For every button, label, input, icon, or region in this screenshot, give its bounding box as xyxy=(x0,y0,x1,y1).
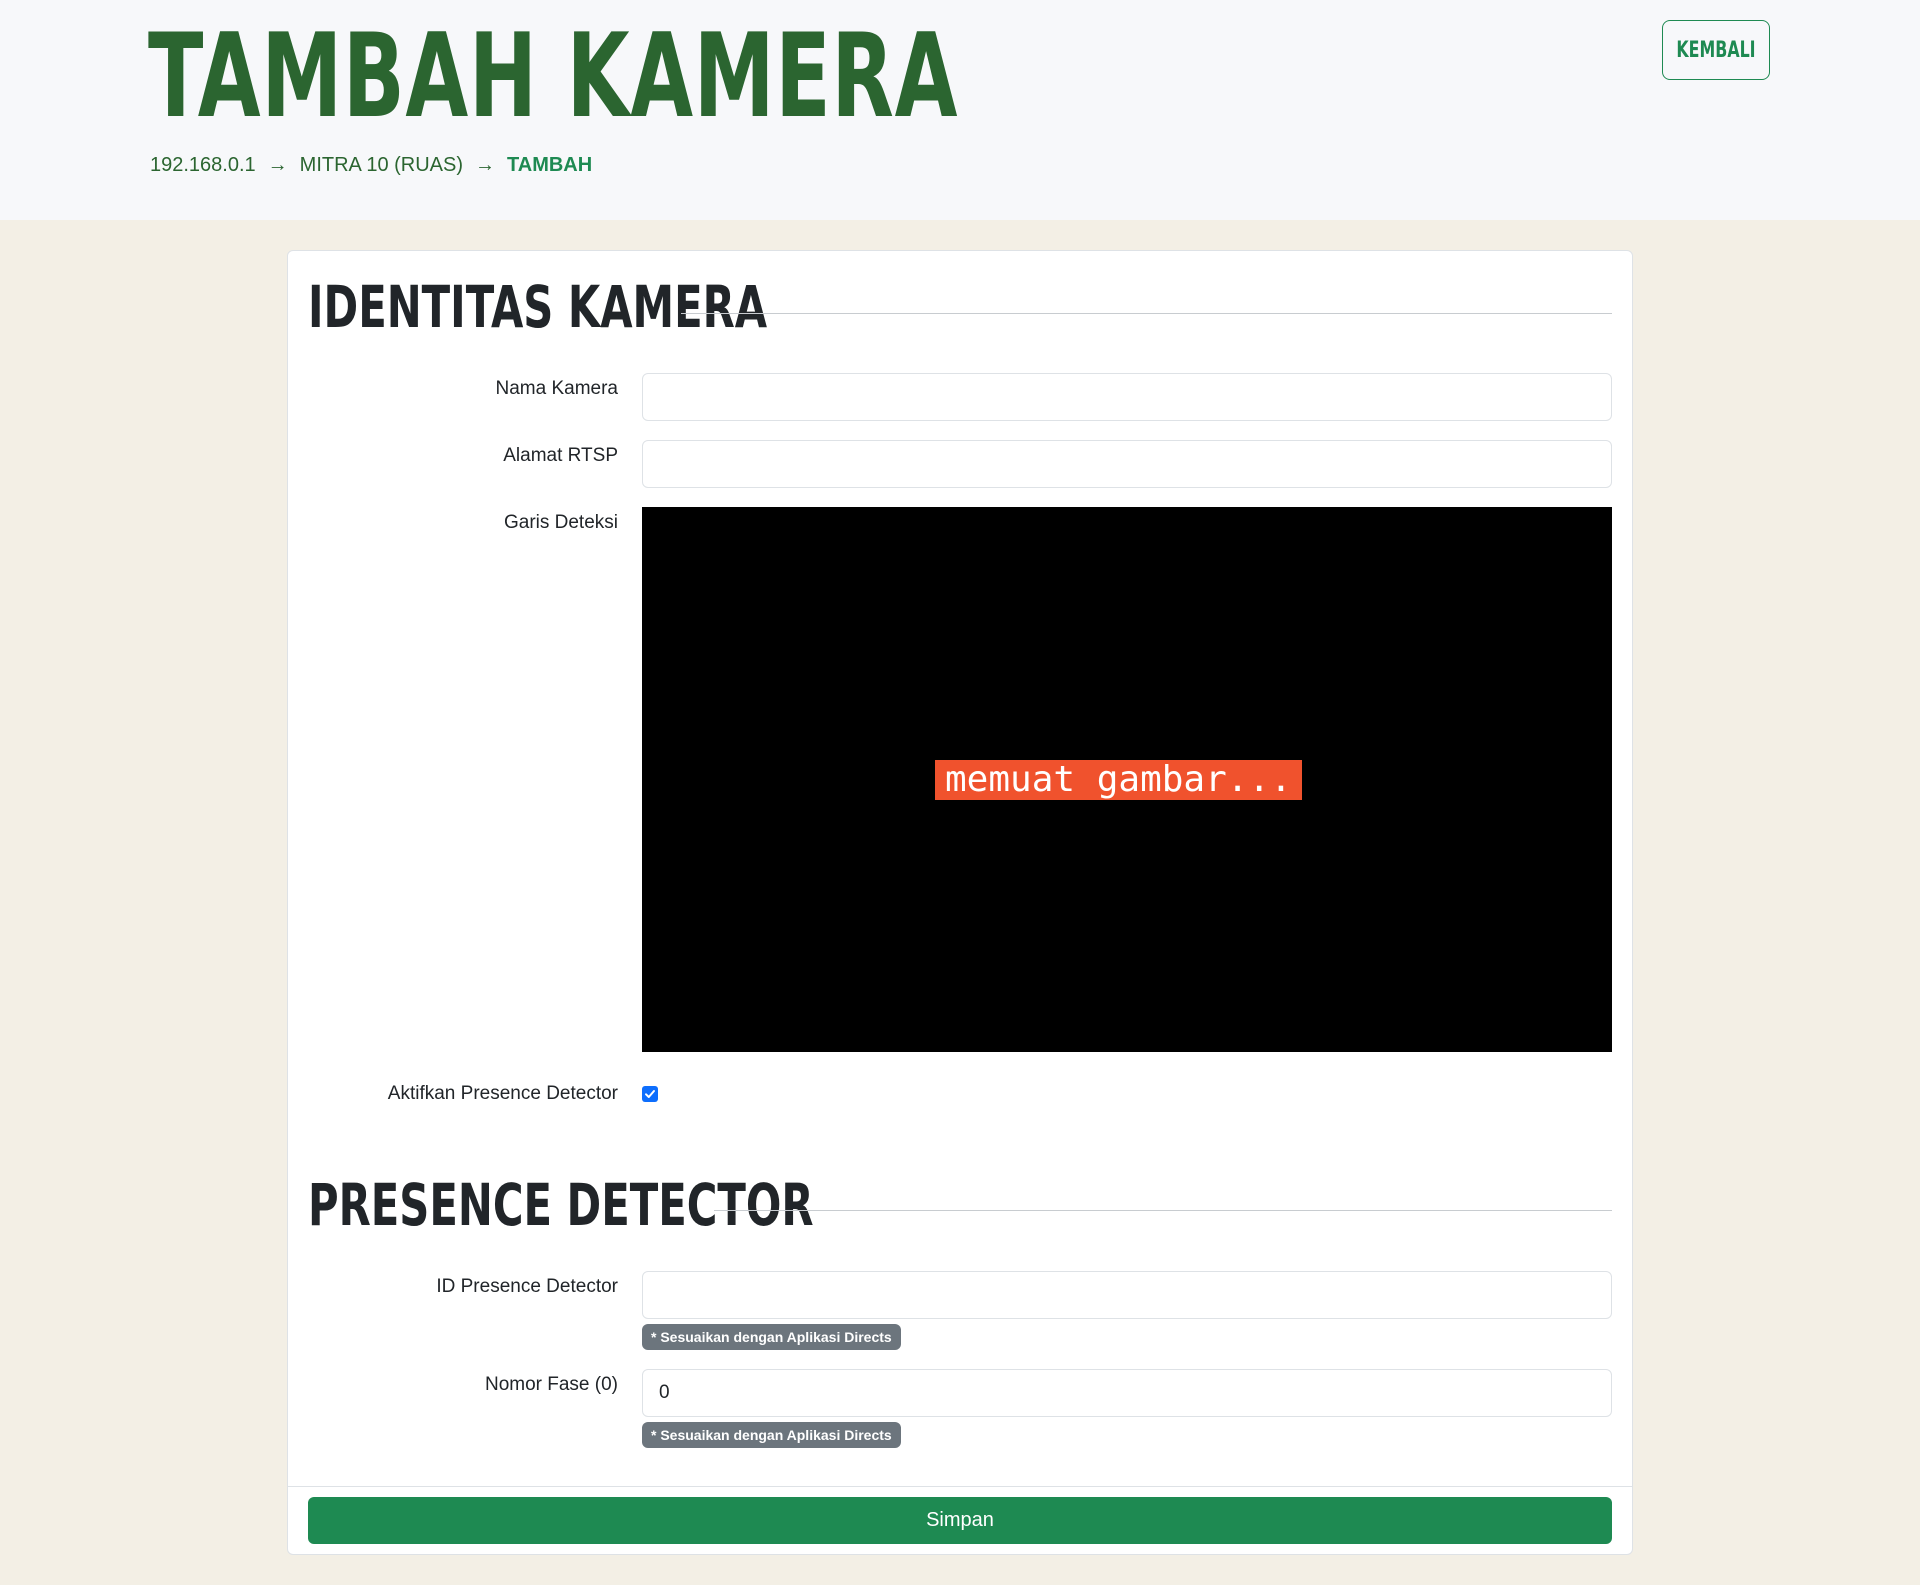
presence-id-label: ID Presence Detector xyxy=(436,1276,618,1297)
breadcrumb: 192.168.0.1 → MITRA 10 (RUAS) → TAMBAH xyxy=(150,154,592,177)
back-button[interactable]: KEMBALI xyxy=(1662,20,1770,80)
page-title: TAMBAH KAMERA xyxy=(148,9,959,144)
rtsp-address-label: Alamat RTSP xyxy=(503,445,618,466)
rtsp-address-input[interactable] xyxy=(642,440,1612,488)
save-button[interactable]: Simpan xyxy=(308,1497,1612,1544)
presence-id-hint: * Sesuaikan dengan Aplikasi Directs xyxy=(642,1324,901,1350)
phase-number-label: Nomor Fase (0) xyxy=(484,1374,618,1395)
camera-name-input[interactable] xyxy=(642,373,1612,421)
presence-toggle-checkbox[interactable] xyxy=(642,1086,658,1102)
section-title-presence: PRESENCE DETECTOR xyxy=(308,1171,814,1239)
phase-number-input[interactable] xyxy=(642,1369,1612,1417)
back-button-label: KEMBALI xyxy=(1676,37,1756,63)
camera-form-card: IDENTITAS KAMERA Nama Kamera Alamat RTSP… xyxy=(287,250,1633,1555)
presence-id-input[interactable] xyxy=(642,1271,1612,1319)
breadcrumb-separator: → xyxy=(267,154,288,176)
card-footer-divider xyxy=(288,1486,1632,1487)
section-divider xyxy=(714,1210,1612,1211)
section-divider xyxy=(681,313,1612,314)
page-header: TAMBAH KAMERA 192.168.0.1 → MITRA 10 (RU… xyxy=(0,0,1920,220)
detection-line-canvas[interactable]: memuat gambar... xyxy=(642,507,1612,1052)
checkmark-icon xyxy=(645,1090,655,1098)
section-title-identity: IDENTITAS KAMERA xyxy=(308,273,768,341)
breadcrumb-item-location[interactable]: MITRA 10 (RUAS) xyxy=(300,154,463,177)
breadcrumb-item-host[interactable]: 192.168.0.1 xyxy=(150,154,256,177)
breadcrumb-item-current: TAMBAH xyxy=(507,154,593,176)
detection-line-label: Garis Deteksi xyxy=(503,512,618,533)
phase-number-hint: * Sesuaikan dengan Aplikasi Directs xyxy=(642,1422,901,1448)
camera-name-label: Nama Kamera xyxy=(495,378,619,399)
loading-status: memuat gambar... xyxy=(935,760,1302,800)
breadcrumb-separator: → xyxy=(475,154,496,176)
presence-toggle-label: Aktifkan Presence Detector xyxy=(387,1083,618,1104)
